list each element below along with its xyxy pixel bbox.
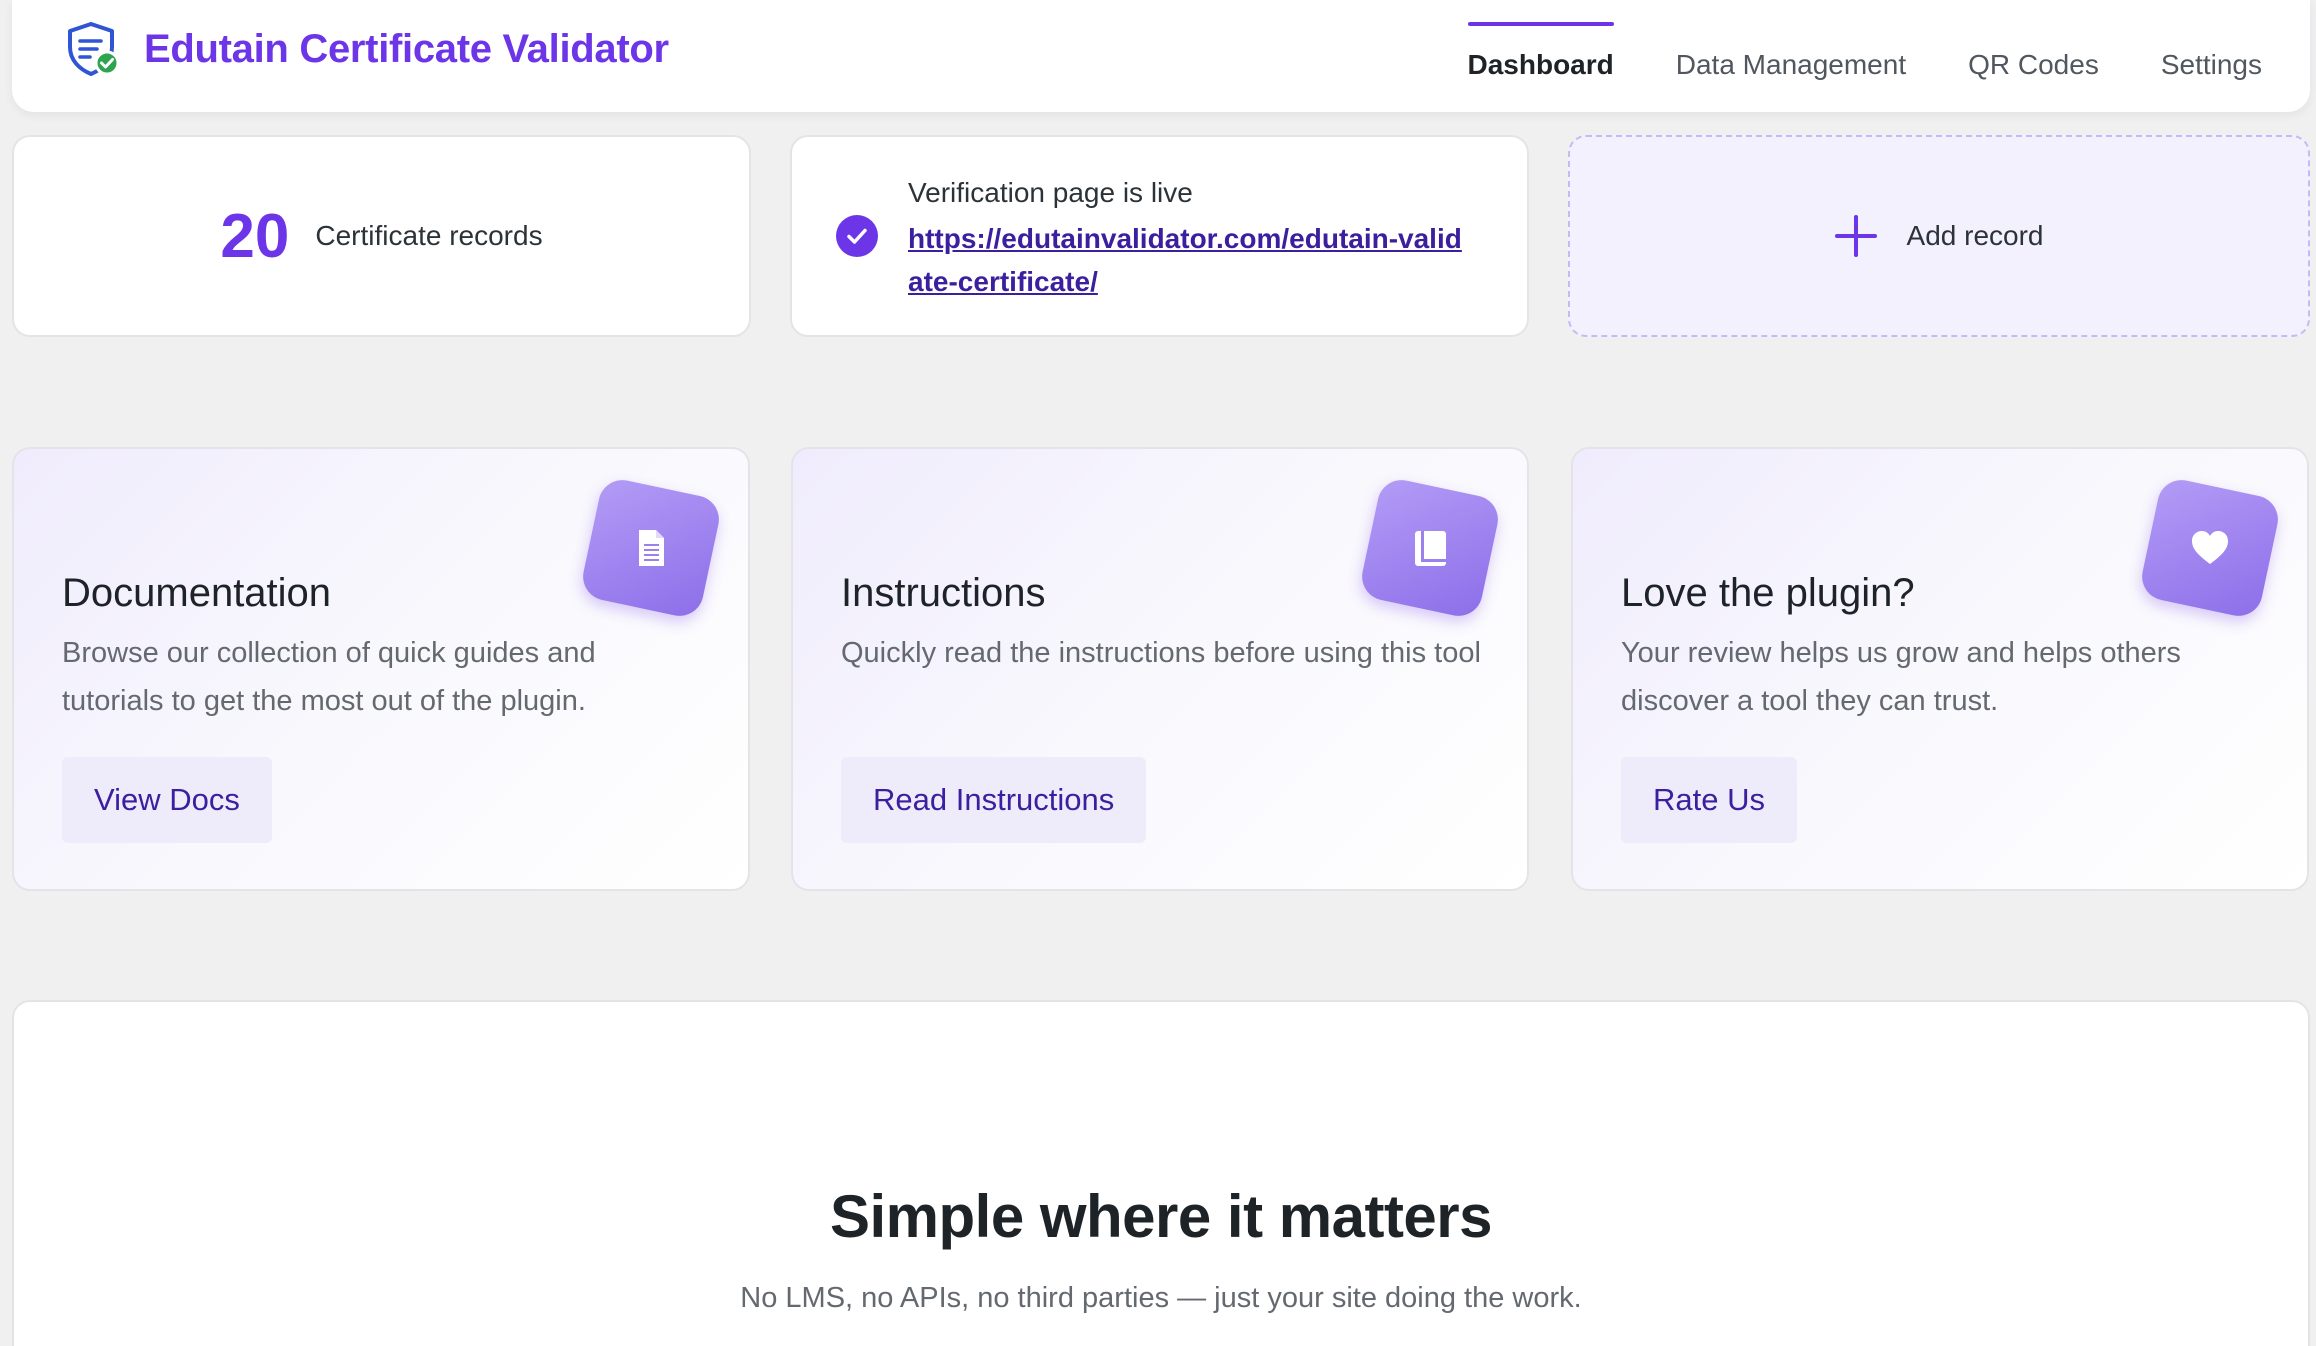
rate-plugin-title: Love the plugin? (1621, 571, 1915, 615)
tab-data-management[interactable]: Data Management (1676, 22, 1906, 100)
rate-plugin-text: Your review helps us grow and helps othe… (1621, 637, 2181, 717)
main-nav: Dashboard Data Management QR Codes Setti… (1406, 22, 2262, 100)
tab-qr-codes[interactable]: QR Codes (1968, 22, 2099, 100)
intro-heading: Simple where it matters (829, 1183, 1493, 1250)
intro-subtext: No LMS, no APIs, no third parties — just… (740, 1282, 1582, 1314)
heart-icon (2137, 475, 2283, 621)
verification-status-card: Verification page is live https://edutai… (790, 135, 1529, 337)
read-instructions-button[interactable]: Read Instructions (841, 757, 1147, 843)
document-icon (578, 475, 724, 621)
documentation-text: Browse our collection of quick guides an… (62, 637, 596, 717)
check-circle-icon (836, 215, 878, 257)
app-title: Edutain Certificate Validator (144, 26, 669, 71)
plus-icon (1834, 215, 1877, 257)
verification-page-link[interactable]: https://edutainvalidator.com/edutain-val… (908, 217, 1468, 303)
tab-settings[interactable]: Settings (2161, 22, 2262, 100)
brand: Edutain Certificate Validator (64, 20, 669, 78)
shield-check-icon (68, 22, 120, 76)
instructions-title: Instructions (841, 571, 1046, 615)
intro-panel: Simple where it matters No LMS, no APIs,… (12, 1000, 2310, 1346)
top-header: Edutain Certificate Validator Dashboard … (12, 0, 2310, 112)
records-count: 20 (220, 201, 290, 271)
rate-plugin-card: Love the plugin? Your review helps us gr… (1571, 447, 2309, 891)
rate-us-button[interactable]: Rate Us (1621, 757, 1797, 843)
records-label: Certificate records (315, 220, 543, 251)
view-docs-button[interactable]: View Docs (62, 757, 272, 843)
page: Edutain Certificate Validator Dashboard … (0, 0, 2316, 1346)
instructions-text: Quickly read the instructions before usi… (841, 637, 1481, 669)
verification-status-text: Verification page is live (908, 177, 1193, 208)
instructions-card: Instructions Quickly read the instructio… (791, 447, 1529, 891)
documentation-title: Documentation (62, 571, 332, 615)
documentation-card: Documentation Browse our collection of q… (12, 447, 750, 891)
book-icon (1357, 475, 1503, 621)
add-record-label: Add record (1906, 220, 2044, 251)
add-record-button[interactable]: Add record (1568, 135, 2310, 337)
tab-dashboard[interactable]: Dashboard (1467, 22, 1615, 100)
records-stat-card: 20 Certificate records (12, 135, 751, 337)
